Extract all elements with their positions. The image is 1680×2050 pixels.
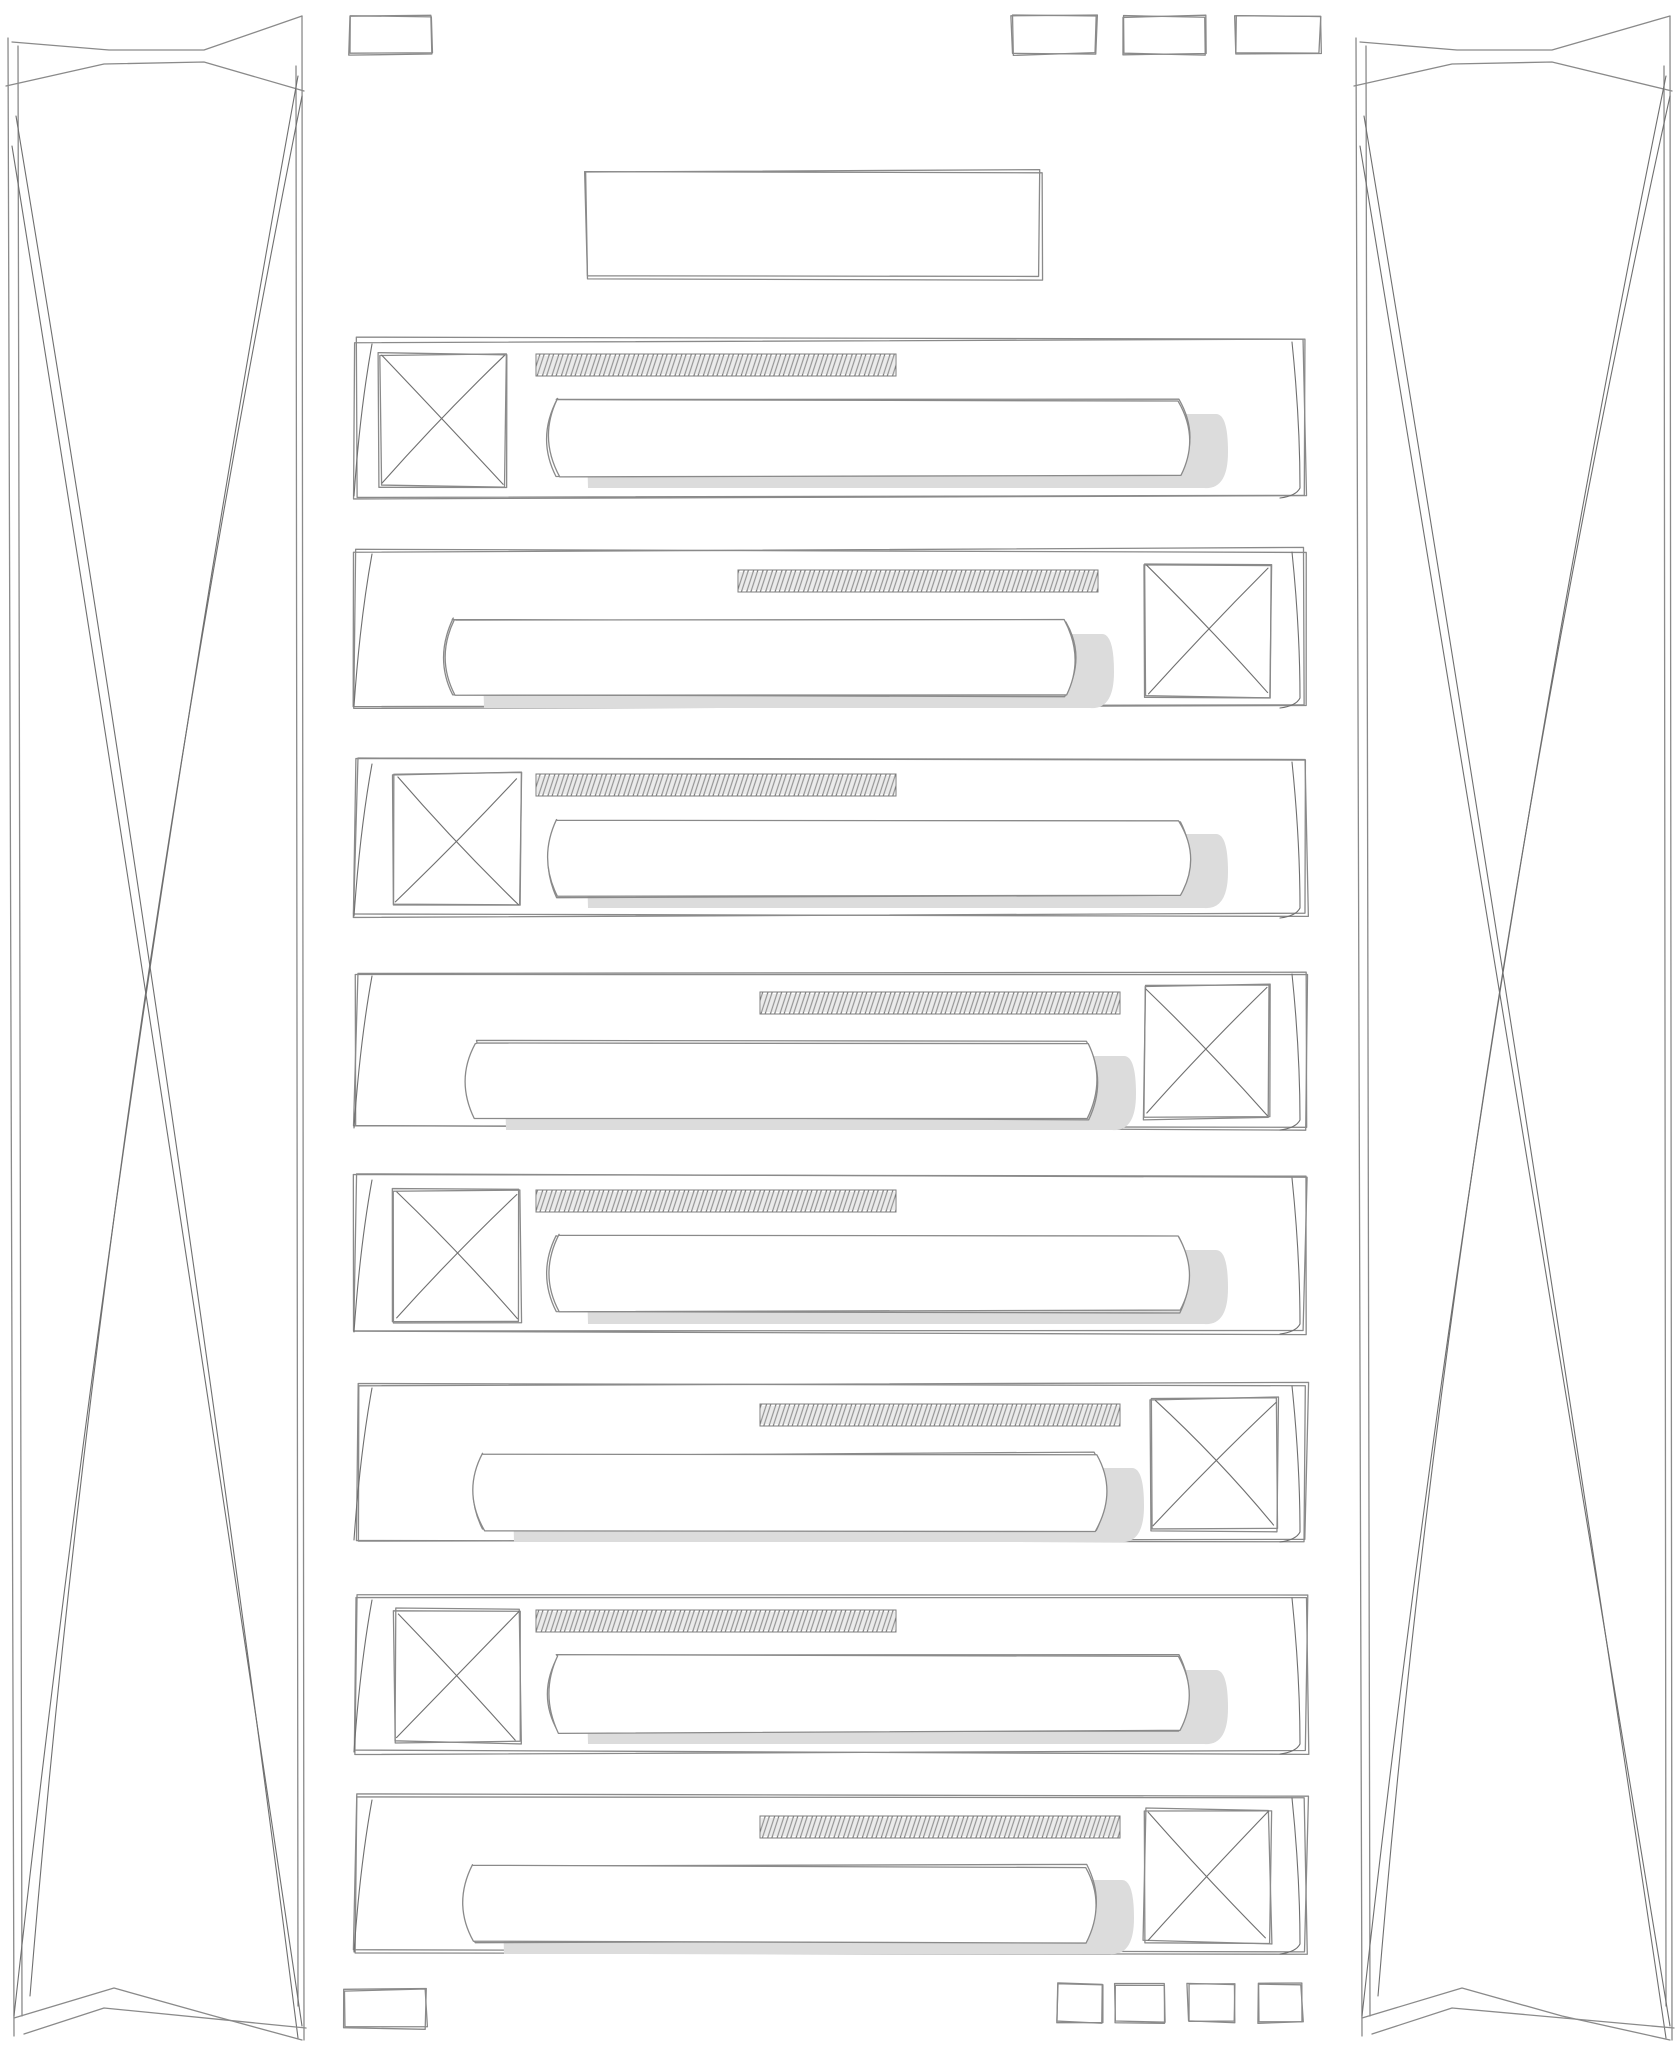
footer-button[interactable] xyxy=(1056,1982,1104,2024)
card-title-scribble xyxy=(759,991,1121,1015)
wireframe-canvas xyxy=(5,14,1675,2041)
card-title-scribble xyxy=(759,1403,1121,1427)
content-card xyxy=(352,1793,1310,1955)
card-image-placeholder-icon xyxy=(391,771,523,906)
footer-button[interactable] xyxy=(1186,1982,1236,2024)
card-title-scribble xyxy=(737,569,1099,593)
card-title-scribble xyxy=(535,773,897,797)
content-card xyxy=(352,336,1308,500)
content-card xyxy=(352,757,1310,919)
card-text-field[interactable] xyxy=(472,1451,1144,1543)
card-text-field[interactable] xyxy=(545,1233,1228,1325)
header-logo-box[interactable] xyxy=(348,14,434,56)
card-text-field[interactable] xyxy=(546,818,1228,909)
card-image-placeholder-icon xyxy=(391,1187,523,1324)
card-text-field[interactable] xyxy=(464,1039,1136,1131)
card-text-field[interactable] xyxy=(442,617,1114,709)
content-card xyxy=(353,1381,1310,1543)
footer-button[interactable] xyxy=(1113,1982,1166,2024)
footer-logo-box[interactable] xyxy=(342,1987,429,2030)
card-title-scribble xyxy=(535,353,897,377)
card-text-field[interactable] xyxy=(545,397,1228,489)
card-title-scribble xyxy=(535,1609,897,1633)
card-image-placeholder-icon xyxy=(1142,983,1271,1121)
card-text-field[interactable] xyxy=(546,1654,1228,1745)
content-card xyxy=(352,1173,1308,1336)
card-image-placeholder-icon xyxy=(377,351,508,489)
content-card xyxy=(352,971,1309,1131)
header-nav-button[interactable] xyxy=(1122,14,1207,56)
content-card xyxy=(353,1594,1310,1756)
card-image-placeholder-icon xyxy=(1149,1396,1280,1533)
footer-button[interactable] xyxy=(1257,1982,1304,2024)
card-image-placeholder-icon xyxy=(1143,563,1273,699)
card-image-placeholder-icon xyxy=(392,1607,522,1745)
page-title-box xyxy=(583,168,1044,281)
header-nav-button[interactable] xyxy=(1010,14,1099,57)
content-card xyxy=(352,546,1307,710)
right-sidebar-image-placeholder xyxy=(1353,15,1675,2041)
left-sidebar-image-placeholder xyxy=(5,15,307,2041)
card-title-scribble xyxy=(535,1189,897,1213)
header-nav-button[interactable] xyxy=(1233,15,1323,55)
card-image-placeholder-icon xyxy=(1142,1807,1273,1945)
card-text-field[interactable] xyxy=(462,1863,1134,1955)
card-title-scribble xyxy=(759,1815,1121,1839)
